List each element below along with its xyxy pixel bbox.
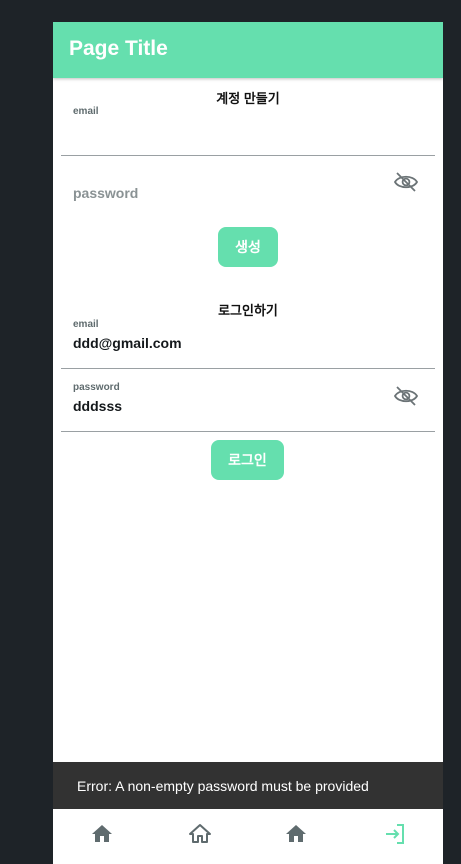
app-bar: Page Title [53,22,443,78]
bottom-navigation [53,809,443,864]
signup-email-underline [61,155,435,156]
create-account-button[interactable]: 생성 [218,227,278,267]
home-icon [92,825,112,842]
signup-email-label: email [73,106,99,117]
login-password-value: dddsss [73,398,123,414]
error-snackbar: Error: A non-empty password must be prov… [53,762,443,809]
signup-password-visibility-toggle[interactable] [393,171,419,193]
signup-password-placeholder: password [73,185,139,201]
signup-email-field[interactable] [61,102,435,157]
phone-screen: Page Title 계정 만들기 email password 생성 로그인하… [53,22,443,864]
eye-off-icon [393,172,419,192]
home-outline-icon [189,824,211,843]
nav-item-home-2[interactable] [284,822,308,846]
home-icon [286,825,306,842]
login-email-label: email [73,319,99,330]
login-password-label: password [73,382,120,393]
eye-off-icon [393,386,419,406]
login-button[interactable]: 로그인 [211,440,284,480]
login-email-value: ddd@gmail.com [73,335,182,351]
nav-item-login[interactable] [383,822,407,846]
nav-item-home[interactable] [90,822,114,846]
login-password-underline [61,431,435,432]
login-password-visibility-toggle[interactable] [393,385,419,407]
snackbar-message: Error: A non-empty password must be prov… [77,778,369,794]
login-email-underline [61,368,435,369]
nav-item-home-outline[interactable] [188,822,212,846]
login-icon [386,824,404,844]
page-title: Page Title [69,37,168,60]
